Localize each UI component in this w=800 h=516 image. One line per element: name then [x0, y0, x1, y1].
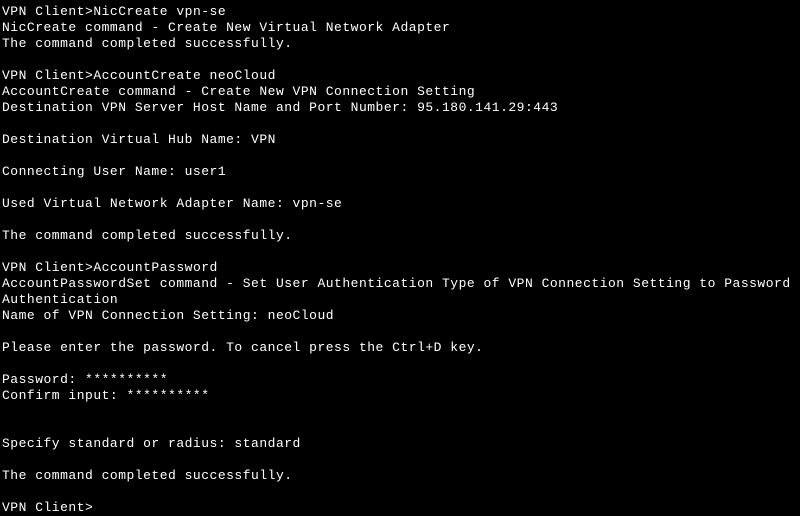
output-text: The command completed successfully.	[2, 36, 293, 51]
output-text: The command completed successfully.	[2, 468, 293, 483]
prompt-line[interactable]: VPN Client>AccountPassword	[2, 260, 798, 276]
blank-line	[2, 148, 798, 164]
blank-line	[2, 356, 798, 372]
blank-line	[2, 116, 798, 132]
prompt-line[interactable]: VPN Client>AccountCreate neoCloud	[2, 68, 798, 84]
output-line: The command completed successfully.	[2, 468, 798, 484]
command-input[interactable]: AccountCreate neoCloud	[93, 68, 276, 83]
blank-line	[2, 452, 798, 468]
output-text: AccountPasswordSet command - Set User Au…	[2, 276, 799, 307]
output-line: The command completed successfully.	[2, 228, 798, 244]
terminal-output[interactable]: VPN Client>NicCreate vpn-seNicCreate com…	[2, 4, 798, 516]
prompt: VPN Client>	[2, 68, 93, 83]
blank-line	[2, 404, 798, 420]
prompt-line[interactable]: VPN Client>	[2, 500, 798, 516]
output-text: NicCreate command - Create New Virtual N…	[2, 20, 450, 35]
output-text: Password: **********	[2, 372, 168, 387]
blank-line	[2, 180, 798, 196]
output-line: AccountPasswordSet command - Set User Au…	[2, 276, 798, 308]
output-line: Name of VPN Connection Setting: neoCloud	[2, 308, 798, 324]
output-line: The command completed successfully.	[2, 36, 798, 52]
output-text: Specify standard or radius: standard	[2, 436, 301, 451]
prompt: VPN Client>	[2, 260, 93, 275]
output-line: Confirm input: **********	[2, 388, 798, 404]
blank-line	[2, 420, 798, 436]
output-line: AccountCreate command - Create New VPN C…	[2, 84, 798, 100]
blank-line	[2, 244, 798, 260]
output-line: Password: **********	[2, 372, 798, 388]
command-input[interactable]: NicCreate vpn-se	[93, 4, 226, 19]
command-input[interactable]: AccountPassword	[93, 260, 218, 275]
output-line: Connecting User Name: user1	[2, 164, 798, 180]
output-text: Destination VPN Server Host Name and Por…	[2, 100, 558, 115]
output-line: Specify standard or radius: standard	[2, 436, 798, 452]
output-line: Destination VPN Server Host Name and Por…	[2, 100, 798, 116]
output-text: AccountCreate command - Create New VPN C…	[2, 84, 475, 99]
blank-line	[2, 212, 798, 228]
output-text: Name of VPN Connection Setting: neoCloud	[2, 308, 334, 323]
output-text: Destination Virtual Hub Name: VPN	[2, 132, 276, 147]
output-text: Confirm input: **********	[2, 388, 210, 403]
output-line: Destination Virtual Hub Name: VPN	[2, 132, 798, 148]
blank-line	[2, 324, 798, 340]
output-line: NicCreate command - Create New Virtual N…	[2, 20, 798, 36]
output-line: Please enter the password. To cancel pre…	[2, 340, 798, 356]
blank-line	[2, 484, 798, 500]
prompt-line[interactable]: VPN Client>NicCreate vpn-se	[2, 4, 798, 20]
output-text: Connecting User Name: user1	[2, 164, 226, 179]
output-text: Please enter the password. To cancel pre…	[2, 340, 483, 355]
prompt: VPN Client>	[2, 4, 93, 19]
output-text: The command completed successfully.	[2, 228, 293, 243]
blank-line	[2, 52, 798, 68]
output-text: Used Virtual Network Adapter Name: vpn-s…	[2, 196, 342, 211]
output-line: Used Virtual Network Adapter Name: vpn-s…	[2, 196, 798, 212]
